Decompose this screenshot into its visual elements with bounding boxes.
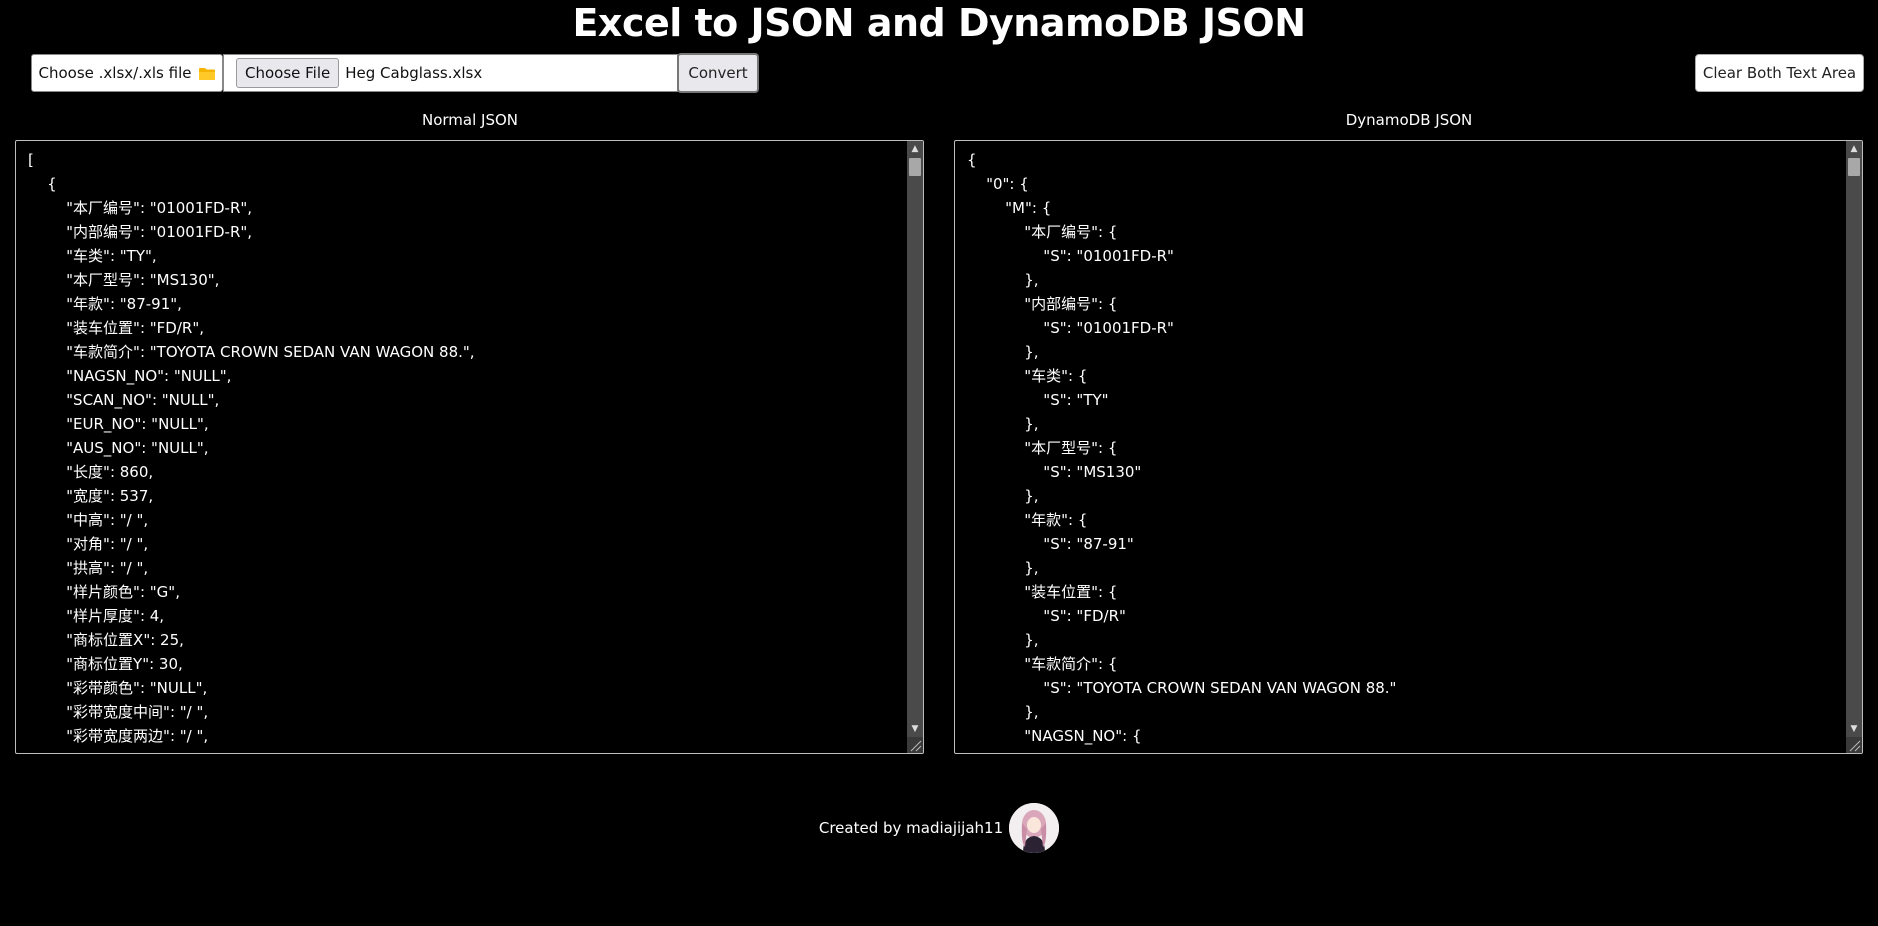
- text-line: "中高": "/ ",: [28, 511, 149, 529]
- normal-json-heading: Normal JSON: [421, 111, 518, 129]
- text-line: "内部编号": "01001FD-R",: [28, 223, 253, 241]
- text-line: },: [967, 271, 1039, 289]
- text-line: "样片颜色": "G",: [28, 583, 180, 601]
- text-line: "内部编号": {: [967, 295, 1118, 313]
- text-line: "拱高": "/ ",: [28, 559, 149, 577]
- resize-grip-icon[interactable]: [1846, 737, 1862, 753]
- text-line: "S": "TOYOTA CROWN SEDAN VAN WAGON 88.": [967, 679, 1397, 697]
- page-title: Excel to JSON and DynamoDB JSON: [572, 1, 1306, 45]
- text-line: "样片厚度": 4,: [28, 607, 165, 625]
- text-line: },: [967, 631, 1039, 649]
- scroll-up-icon[interactable]: ▲: [1846, 141, 1862, 157]
- text-line: "S": "87-91": [967, 535, 1134, 553]
- footer-credit: Created by madiajijah11: [818, 819, 1004, 837]
- text-line: "本厂型号": {: [967, 439, 1118, 457]
- text-line: "彩带颜色": "NULL",: [28, 679, 208, 697]
- file-input[interactable]: Choose File Heg Cabglass.xlsx: [223, 54, 678, 92]
- dynamodb-json-scrollbar[interactable]: ▲ ▼: [1846, 141, 1862, 753]
- text-line: "S": "TY": [967, 391, 1109, 409]
- text-line: },: [967, 487, 1039, 505]
- text-line: "年款": {: [967, 511, 1088, 529]
- text-line: "S": "FD/R": [967, 607, 1126, 625]
- text-line: },: [967, 559, 1039, 577]
- text-line: "S": "01001FD-R": [967, 319, 1174, 337]
- footer: Created by madiajijah11: [0, 802, 1878, 854]
- text-line: "S": "MS130": [967, 463, 1142, 481]
- text-line: "装车位置": {: [967, 583, 1118, 601]
- text-line: "AUS_NO": "NULL",: [28, 439, 209, 457]
- text-line: },: [967, 343, 1039, 361]
- resize-grip-icon[interactable]: [907, 737, 923, 753]
- text-line: "年款": "87-91",: [28, 295, 182, 313]
- text-line: "本厂编号": {: [967, 223, 1118, 241]
- text-line: "S": "01001FD-R": [967, 247, 1174, 265]
- text-line: "商标位置Y": 30,: [28, 655, 183, 673]
- text-line: "长度": 860,: [28, 463, 154, 481]
- scroll-down-icon[interactable]: ▼: [907, 721, 923, 737]
- text-line: "M": {: [967, 199, 1052, 217]
- scroll-thumb[interactable]: [1848, 158, 1860, 176]
- normal-json-textarea[interactable]: [ { "本厂编号": "01001FD-R", "内部编号": "01001F…: [15, 140, 924, 754]
- selected-file-name: Heg Cabglass.xlsx: [345, 64, 483, 82]
- text-line: "装车位置": "FD/R",: [28, 319, 204, 337]
- folder-icon: [199, 67, 216, 80]
- convert-button[interactable]: Convert: [677, 53, 759, 93]
- text-line: },: [967, 703, 1039, 721]
- text-line: "本厂编号": "01001FD-R",: [28, 199, 253, 217]
- normal-json-scrollbar[interactable]: ▲ ▼: [907, 141, 923, 753]
- choose-file-label-text: Choose .xlsx/.xls file: [38, 64, 192, 82]
- text-line: "本厂型号": "MS130",: [28, 271, 220, 289]
- clear-both-button[interactable]: Clear Both Text Area: [1695, 54, 1864, 92]
- scroll-thumb[interactable]: [909, 158, 921, 176]
- text-line: {: [28, 175, 57, 193]
- normal-json-content: [ { "本厂编号": "01001FD-R", "内部编号": "01001F…: [28, 148, 903, 753]
- text-line: "0": {: [967, 175, 1029, 193]
- text-line: "车类": {: [967, 367, 1088, 385]
- dynamodb-json-content: { "0": { "M": { "本厂编号": { "S": "01001FD-…: [967, 148, 1842, 753]
- text-line: "宽度": 537,: [28, 487, 154, 505]
- dynamodb-json-textarea[interactable]: { "0": { "M": { "本厂编号": { "S": "01001FD-…: [954, 140, 1863, 754]
- text-line: "SCAN_NO": "NULL",: [28, 391, 220, 409]
- scroll-up-icon[interactable]: ▲: [907, 141, 923, 157]
- text-line: "NAGSN_NO": "NULL",: [28, 367, 232, 385]
- avatar[interactable]: [1009, 803, 1060, 853]
- text-line: "对角": "/ ",: [28, 535, 149, 553]
- dynamodb-json-heading: DynamoDB JSON: [1345, 111, 1473, 129]
- text-line: "彩带宽度中间": "/ ",: [28, 703, 209, 721]
- scroll-down-icon[interactable]: ▼: [1846, 721, 1862, 737]
- text-line: "车类": "TY",: [28, 247, 157, 265]
- text-line: [: [28, 151, 34, 169]
- text-line: "EUR_NO": "NULL",: [28, 415, 209, 433]
- text-line: "彩带宽度两边": "/ ",: [28, 727, 209, 745]
- text-line: "NAGSN_NO": {: [967, 727, 1142, 745]
- text-line: },: [967, 415, 1039, 433]
- choose-file-button[interactable]: Choose File: [236, 58, 340, 88]
- text-line: "商标位置X": 25,: [28, 631, 184, 649]
- text-line: "车款简介": {: [967, 655, 1118, 673]
- choose-file-label[interactable]: Choose .xlsx/.xls file: [31, 54, 223, 92]
- text-line: "车款简介": "TOYOTA CROWN SEDAN VAN WAGON 88…: [28, 343, 475, 361]
- text-line: {: [967, 151, 977, 169]
